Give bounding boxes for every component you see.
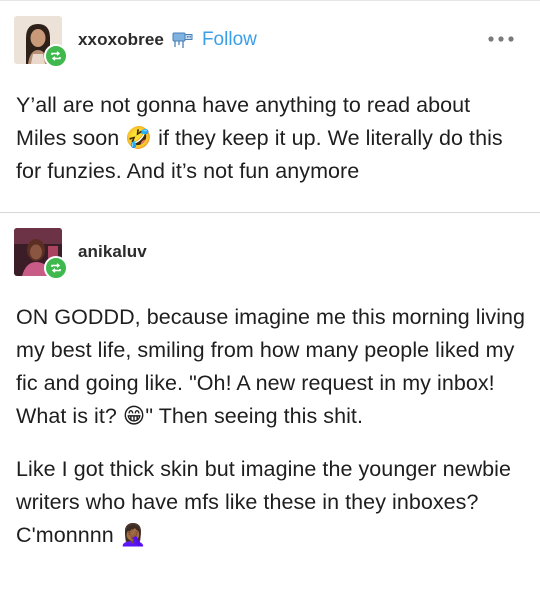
avatar-container[interactable] bbox=[14, 228, 68, 280]
avatar-container[interactable] bbox=[14, 16, 68, 68]
post-header: xxoxobree Follow bbox=[14, 16, 257, 68]
more-dots-icon bbox=[488, 36, 514, 42]
top-border bbox=[0, 0, 540, 1]
reblog-badge-icon bbox=[44, 44, 68, 68]
post-paragraph: ON GODDD, because imagine me this mornin… bbox=[16, 305, 526, 428]
reblog-badge-icon bbox=[44, 256, 68, 280]
post-paragraph: Like I got thick skin but imagine the yo… bbox=[16, 457, 511, 547]
more-options-button[interactable] bbox=[486, 32, 516, 44]
post-text: Y’all are not gonna have anything to rea… bbox=[16, 93, 503, 183]
post-body: ON GODDD, because imagine me this mornin… bbox=[16, 301, 526, 552]
follow-button[interactable]: Follow bbox=[202, 29, 257, 51]
username[interactable]: anikaluv bbox=[78, 242, 147, 262]
post-header: anikaluv bbox=[14, 228, 147, 280]
username[interactable]: xxoxobree bbox=[78, 30, 164, 50]
reblog-divider bbox=[0, 212, 540, 213]
blue-usb-badge-icon bbox=[170, 29, 196, 51]
post-body: Y’all are not gonna have anything to rea… bbox=[16, 89, 526, 188]
